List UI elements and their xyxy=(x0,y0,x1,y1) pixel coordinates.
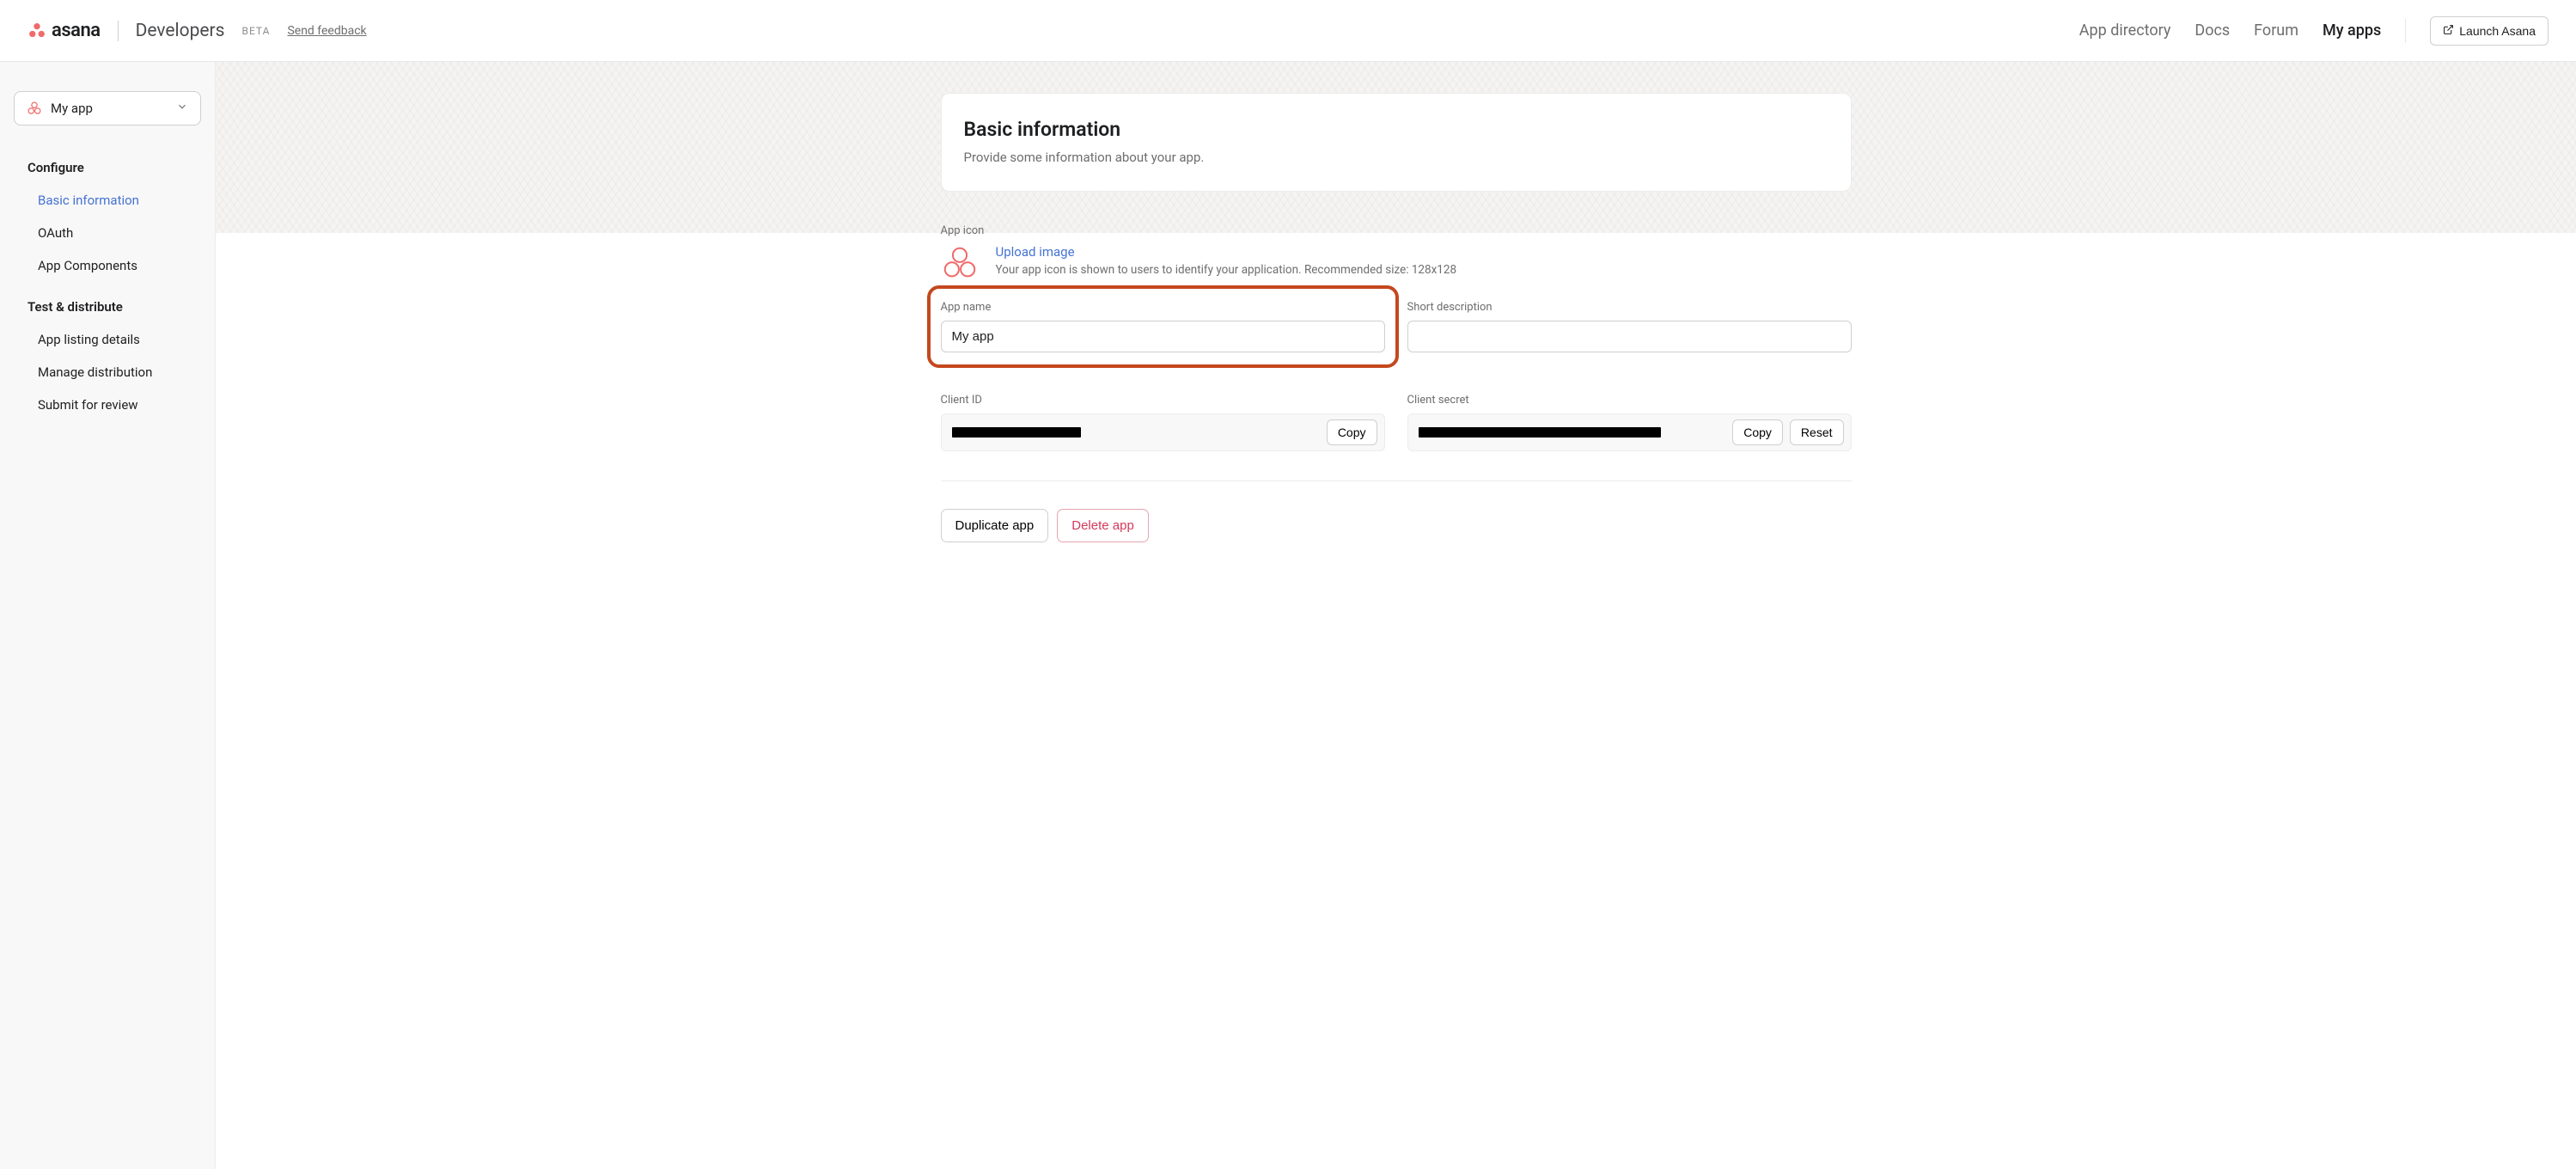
sidebar-item-app-components[interactable]: App Components xyxy=(14,249,201,282)
asana-logo[interactable]: asana xyxy=(27,20,101,41)
app-icon-help: Your app icon is shown to users to ident… xyxy=(996,263,1457,277)
sidebar-item-basic-information[interactable]: Basic information xyxy=(14,184,201,217)
header-left: asana Developers BETA Send feedback xyxy=(27,20,367,41)
app-icon-row: Upload image Your app icon is shown to u… xyxy=(941,244,1852,282)
app-icon-label: App icon xyxy=(941,224,1852,237)
client-secret-value-redacted xyxy=(1419,427,1661,438)
app-selector[interactable]: My app xyxy=(14,91,201,125)
upload-image-link[interactable]: Upload image xyxy=(996,244,1075,260)
launch-asana-label: Launch Asana xyxy=(2459,24,2536,38)
app-name-input[interactable] xyxy=(941,321,1385,352)
section-divider xyxy=(941,480,1852,481)
nav-app-directory[interactable]: App directory xyxy=(2079,21,2171,40)
client-id-value-redacted xyxy=(952,427,1081,438)
title-card: Basic information Provide some informati… xyxy=(941,93,1852,192)
client-secret-reset-button[interactable]: Reset xyxy=(1790,419,1844,445)
sidebar-heading-configure: Configure xyxy=(14,151,201,184)
app-selector-label: My app xyxy=(51,101,168,116)
sidebar-heading-test-distribute: Test & distribute xyxy=(14,291,201,323)
send-feedback-link[interactable]: Send feedback xyxy=(287,24,366,38)
app-name-label: App name xyxy=(941,301,1385,314)
nav-forum[interactable]: Forum xyxy=(2254,21,2298,40)
sidebar-item-listing-details[interactable]: App listing details xyxy=(14,323,201,356)
chevron-down-icon xyxy=(176,101,188,116)
asana-dots-icon xyxy=(27,21,46,40)
main-area: Basic information Provide some informati… xyxy=(216,62,2576,1169)
client-secret-label: Client secret xyxy=(1407,394,1852,407)
short-desc-label: Short description xyxy=(1407,301,1852,314)
app-name-highlight: App name xyxy=(927,285,1399,368)
client-id-copy-button[interactable]: Copy xyxy=(1327,419,1377,445)
delete-app-button[interactable]: Delete app xyxy=(1057,509,1149,542)
sidebar-item-oauth[interactable]: OAuth xyxy=(14,217,201,249)
short-desc-input[interactable] xyxy=(1407,321,1852,352)
developers-label[interactable]: Developers xyxy=(136,21,225,41)
top-header: asana Developers BETA Send feedback App … xyxy=(0,0,2576,62)
sidebar-item-manage-distribution[interactable]: Manage distribution xyxy=(14,356,201,389)
page-subtitle: Provide some information about your app. xyxy=(964,150,1828,165)
duplicate-app-button[interactable]: Duplicate app xyxy=(941,509,1049,542)
launch-asana-button[interactable]: Launch Asana xyxy=(2430,16,2549,46)
header-right-divider xyxy=(2405,19,2406,43)
client-secret-copy-button[interactable]: Copy xyxy=(1732,419,1783,445)
nav-docs[interactable]: Docs xyxy=(2194,21,2230,40)
page-title: Basic information xyxy=(964,118,1828,141)
header-right: App directory Docs Forum My apps Launch … xyxy=(2079,16,2549,46)
app-selector-icon xyxy=(27,101,42,116)
external-link-icon xyxy=(2443,24,2454,38)
beta-label: BETA xyxy=(242,25,271,37)
sidebar: My app Configure Basic information OAuth… xyxy=(0,62,216,1169)
client-id-label: Client ID xyxy=(941,394,1385,407)
sidebar-item-submit-review[interactable]: Submit for review xyxy=(14,389,201,421)
header-divider xyxy=(118,21,119,41)
client-secret-box: Copy Reset xyxy=(1407,413,1852,451)
nav-my-apps[interactable]: My apps xyxy=(2323,21,2381,40)
app-default-icon xyxy=(941,244,979,282)
client-id-box: Copy xyxy=(941,413,1385,451)
asana-brand-text: asana xyxy=(52,20,101,41)
